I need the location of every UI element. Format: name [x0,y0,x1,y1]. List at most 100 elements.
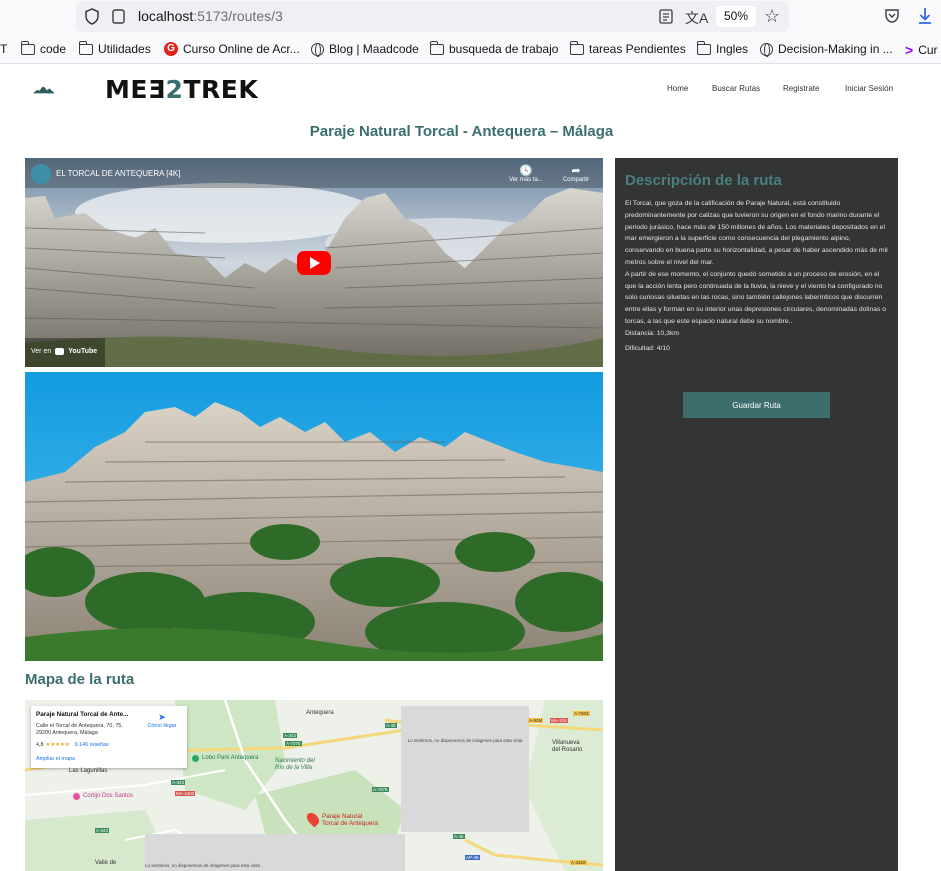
play-icon [310,257,320,269]
route-difficulty: Dificultad: 4/10 [625,344,670,352]
road-badge: A-45 [385,723,397,728]
map-label: Las Lagunillas [69,768,108,774]
bookmark-label: Ingles [716,42,749,56]
pocket-icon[interactable] [884,8,900,23]
map-label: Cortijo Dos Santos [83,793,134,799]
map-label: Antequera [306,710,334,716]
folder-icon [79,40,93,55]
nav-home[interactable]: Home [667,84,688,93]
road-badge: MA-224 [550,718,568,723]
road-badge: AP-46 [465,855,480,860]
park-marker-icon[interactable] [192,755,199,762]
road-badge: A-45 [453,834,465,839]
map-label: Lobo Park Antequera [202,755,259,761]
share-label: Compartir [562,177,590,183]
share-icon: ➦ [571,165,581,177]
missing-imagery-label: Lo sentimos, no disponemos de imágenes p… [407,738,523,743]
bookmark-label: Curso Online de Acr... [183,42,300,56]
nav-registrate[interactable]: Registrate [783,84,819,93]
description-paragraph: El Torcal, que goza de la calificación d… [625,200,888,266]
road-badge: A-343 [283,733,298,738]
url-text[interactable]: localhost:5173/routes/3 [138,8,283,24]
bookmark-item[interactable]: G Curso Online de Acr... [164,42,300,56]
bookmark-item[interactable]: Utilidades [79,40,151,56]
place-info-card: Paraje Natural Torcal de Ante... Calle e… [31,706,187,768]
page-info-icon[interactable] [112,9,125,24]
folder-icon [430,40,444,55]
route-title: Paraje Natural Torcal - Antequera – Mála… [309,123,614,140]
road-badge: A-343 [171,780,186,785]
watch-on-label: Ver en [31,348,52,355]
description-heading: Descripción de la ruta [625,172,782,189]
route-distance: Distancia: 10,3km [625,329,680,337]
play-button[interactable] [297,251,331,275]
bookmark-item[interactable]: T [0,42,7,56]
description-body: El Torcal, que goza de la calificación d… [625,198,889,354]
road-badge: A-4152 [570,860,587,865]
route-photo [25,372,603,661]
zoom-level[interactable]: 50% [716,6,756,27]
save-route-button[interactable]: Guardar Ruta [683,392,830,418]
rating-value: 4,8 [36,742,44,748]
bookmarks-toolbar: T code Utilidades G Curso Online de Acr..… [0,35,941,64]
translate-icon[interactable]: 文A [685,8,708,28]
bookmark-item[interactable]: code [21,40,67,56]
directions-label: Cómo llegar [147,723,177,729]
road-badge: A-92M [528,718,544,723]
bookmark-item[interactable]: busqueda de trabajo [430,40,559,56]
reviews-link[interactable]: 9.146 reseñas [75,742,109,748]
bookmark-label: Blog | Maadcode [329,42,419,56]
place-rating: 4,8 ★★★★★ 9.146 reseñas [36,742,109,748]
address-line: Calle el Torcal de Antequera, 70, 75, [36,723,123,729]
watch-later-button[interactable]: 🕓 Ver más ta... [509,164,543,183]
clock-icon: 🕓 [519,165,533,177]
arrow-icon: > [905,42,914,58]
reader-view-icon[interactable] [659,9,673,24]
nav-buscar-rutas[interactable]: Buscar Rutas [712,84,760,93]
mountain-logo-icon[interactable] [33,73,105,105]
globe-icon [760,42,773,57]
site-logo[interactable]: MEE2TREK [105,75,258,104]
road-badge: A-7203 [573,711,590,716]
map-label: Valle de [95,860,117,866]
folder-icon [21,40,35,55]
place-marker-icon[interactable] [73,793,80,800]
star-rating-icon: ★★★★★ [45,742,70,748]
map-label: Nacimiento del Río de la Villa [275,758,315,771]
bookmark-star-icon[interactable]: ☆ [764,6,780,27]
watch-on-youtube-link[interactable]: Ver en YouTube [31,348,97,355]
g-logo-icon: G [164,42,178,56]
bookmark-item[interactable]: tareas Pendientes [570,40,686,56]
directions-icon: ➤ [158,712,166,722]
directions-button[interactable]: ➤ Cómo llegar [144,712,180,729]
address-line: 29200 Antequera, Málaga [36,730,98,736]
road-badge: A-7075 [285,741,302,746]
route-map[interactable]: Lo sentimos, no disponemos de imágenes p… [25,700,603,871]
bookmark-label: busqueda de trabajo [449,42,559,56]
nav-iniciar-sesion[interactable]: Iniciar Sesión [845,84,893,93]
bookmark-item[interactable]: > Cur [905,42,938,58]
bookmark-item[interactable]: Blog | Maadcode [311,42,419,57]
bookmark-label: code [40,42,67,56]
bookmark-label: tareas Pendientes [589,42,686,56]
place-title: Paraje Natural Torcal de Ante... [36,711,129,718]
video-title[interactable]: EL TORCAL DE ANTEQUERA [4K] [56,169,181,178]
share-button[interactable]: ➦ Compartir [558,164,594,183]
larger-map-link[interactable]: Ampliar el mapa [36,756,75,762]
route-description-panel: Descripción de la ruta El Torcal, que go… [615,158,898,871]
channel-avatar[interactable] [31,164,51,184]
folder-icon [570,40,584,55]
download-icon[interactable] [918,7,932,25]
road-badge: A-7075 [372,787,389,792]
youtube-video-embed[interactable]: EL TORCAL DE ANTEQUERA [4K] 🕓 Ver más ta… [25,158,603,367]
bookmark-label: Decision-Making in ... [778,42,893,56]
missing-imagery-label: Lo sentimos, no disponemos de imágenes p… [145,863,260,868]
url-bar[interactable]: localhost:5173/routes/3 文A 50% ☆ [76,1,789,32]
bookmark-item[interactable]: Ingles [697,40,749,56]
bookmark-label: T [0,42,8,56]
shield-icon[interactable] [84,8,100,25]
bookmark-label: Cur [918,43,938,57]
description-paragraph: A partir de ese momento, el conjunto que… [625,270,887,325]
bookmark-item[interactable]: Decision-Making in ... [760,42,893,57]
place-address: Calle el Torcal de Antequera, 70, 75, 29… [36,723,123,737]
